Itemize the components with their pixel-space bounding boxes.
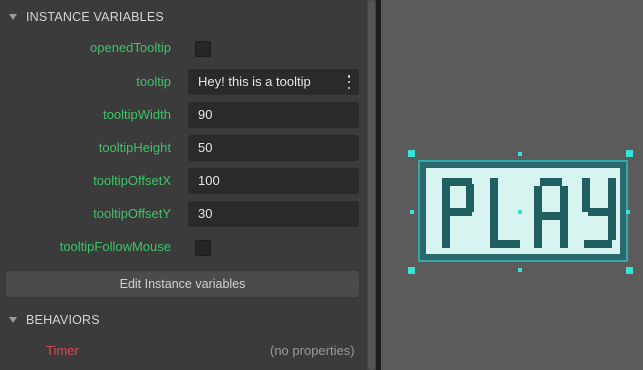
var-label: tooltipFollowMouse [59,239,171,254]
var-row-tooltip: tooltip Hey! this is a tooltip [0,69,367,95]
origin-handle[interactable] [518,210,522,214]
resize-handle-top-right[interactable] [626,150,633,157]
play-text-graphic [442,178,616,248]
resize-handle-top[interactable] [518,152,522,156]
var-label: openedTooltip [90,40,171,55]
resize-handle-top-left[interactable] [408,150,415,157]
var-row-tooltipWidth: tooltipWidth 90 [0,102,367,128]
var-label: tooltip [136,74,171,89]
play-button-face [426,168,620,254]
more-vertical-icon[interactable] [347,75,351,89]
scene-canvas[interactable] [381,0,643,370]
resize-handle-right[interactable] [626,210,630,214]
collapse-triangle-icon[interactable] [9,14,17,20]
scrollbar-thumb[interactable] [368,0,375,370]
collapse-triangle-icon[interactable] [9,317,17,323]
behaviors-header[interactable]: BEHAVIORS [0,305,367,335]
tooltipFollowMouse-checkbox[interactable] [195,240,211,256]
behavior-properties-text: (no properties) [270,343,355,358]
resize-handle-bottom[interactable] [518,268,522,272]
properties-panel: INSTANCE VARIABLES openedTooltip tooltip… [0,0,367,370]
var-label: tooltipOffsetY [93,206,171,221]
var-row-tooltipOffsetY: tooltipOffsetY 30 [0,201,367,227]
var-label: tooltipOffsetX [93,173,171,188]
tooltip-text-field[interactable]: Hey! this is a tooltip [188,69,359,95]
behaviors-title: BEHAVIORS [26,313,100,327]
openedTooltip-checkbox[interactable] [195,41,211,57]
tooltipOffsetX-field[interactable]: 100 [188,168,359,194]
var-row-openedTooltip: openedTooltip [0,35,367,61]
var-label: tooltipHeight [98,140,171,155]
field-value: Hey! this is a tooltip [198,74,311,89]
tooltipWidth-field[interactable]: 90 [188,102,359,128]
tooltipOffsetY-field[interactable]: 30 [188,201,359,227]
resize-handle-bottom-right[interactable] [626,267,633,274]
var-label: tooltipWidth [103,107,171,122]
resize-handle-left[interactable] [410,210,414,214]
instance-variables-title: INSTANCE VARIABLES [26,10,164,24]
instance-variables-header[interactable]: INSTANCE VARIABLES [0,2,367,32]
play-button-object[interactable] [418,160,628,262]
behavior-timer[interactable]: Timer [46,340,79,362]
edit-instance-variables-button[interactable]: Edit Instance variables [6,271,359,297]
var-row-tooltipHeight: tooltipHeight 50 [0,135,367,161]
tooltipHeight-field[interactable]: 50 [188,135,359,161]
panel-scrollbar[interactable] [367,0,376,370]
resize-handle-bottom-left[interactable] [408,267,415,274]
var-row-tooltipFollowMouse: tooltipFollowMouse [0,234,367,260]
var-row-tooltipOffsetX: tooltipOffsetX 100 [0,168,367,194]
